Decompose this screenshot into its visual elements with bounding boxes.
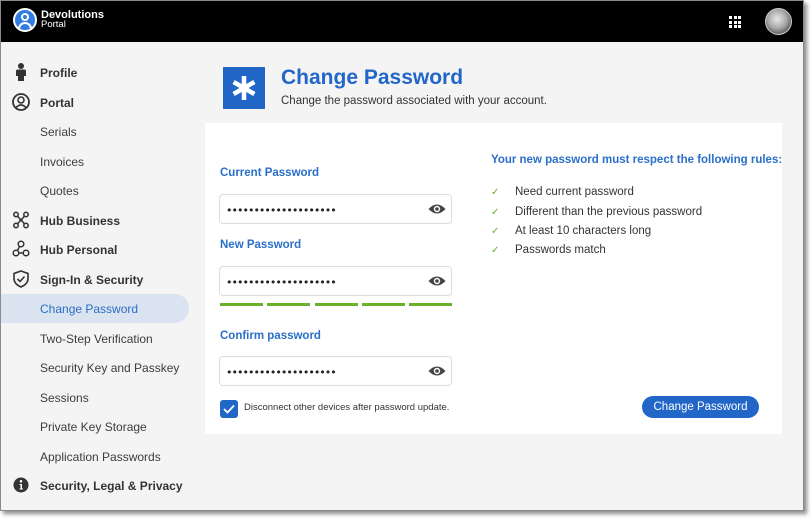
strength-segment (314, 303, 358, 306)
current-password-field[interactable] (219, 194, 452, 224)
current-password-input[interactable] (226, 201, 416, 219)
logo-icon (13, 8, 37, 32)
rule-item: ✓ Need current password (491, 186, 634, 198)
eye-icon[interactable] (428, 202, 446, 216)
sidebar-item-hub-business[interactable]: Hub Business (1, 206, 189, 235)
user-circle-icon (12, 93, 30, 111)
strength-segment (409, 303, 452, 306)
check-icon: ✓ (491, 245, 500, 256)
app-window: Devolutions Portal Profile Portal Serial… (0, 0, 804, 511)
checkmark-icon (223, 404, 235, 414)
person-icon (12, 63, 30, 81)
sidebar-item-hub-personal[interactable]: Hub Personal (1, 235, 189, 264)
sidebar-item-two-step-verification[interactable]: Two-Step Verification (1, 324, 189, 353)
change-password-button[interactable]: Change Password (642, 396, 759, 418)
hub-personal-icon (12, 240, 30, 258)
strength-segment (361, 303, 405, 306)
page-subtitle: Change the password associated with your… (281, 95, 547, 107)
sidebar-item-application-passwords[interactable]: Application Passwords (1, 442, 189, 471)
current-password-label: Current Password (220, 167, 320, 179)
sidebar-item-security-key-passkey[interactable]: Security Key and Passkey (1, 353, 189, 382)
info-icon (12, 476, 30, 494)
rule-item: ✓ At least 10 characters long (491, 225, 652, 237)
rule-item: ✓ Different than the previous password (491, 206, 703, 218)
password-strength-meter (220, 303, 452, 306)
hub-business-icon (12, 211, 30, 229)
top-bar: Devolutions Portal (1, 1, 803, 42)
check-icon: ✓ (491, 187, 500, 198)
sidebar-item-sessions[interactable]: Sessions (1, 383, 189, 412)
sidebar-item-security-legal-privacy[interactable]: Security, Legal & Privacy (1, 471, 189, 500)
sidebar-item-serials[interactable]: Serials (1, 117, 189, 146)
strength-segment (220, 303, 263, 306)
check-icon: ✓ (491, 207, 500, 218)
disconnect-devices-checkbox[interactable] (220, 400, 238, 418)
sidebar-item-profile[interactable]: Profile (1, 58, 189, 87)
sidebar: Profile Portal Serials Invoices Quotes H… (1, 42, 191, 510)
rules-title: Your new password must respect the follo… (491, 154, 783, 166)
shield-check-icon (12, 270, 30, 288)
sidebar-item-change-password[interactable]: Change Password (1, 294, 189, 323)
strength-segment (267, 303, 311, 306)
check-icon: ✓ (491, 226, 500, 237)
sidebar-item-quotes[interactable]: Quotes (1, 176, 189, 205)
asterisk-icon (223, 67, 265, 109)
new-password-input[interactable] (226, 273, 416, 291)
sidebar-item-portal[interactable]: Portal (1, 88, 189, 117)
sidebar-item-sign-in-security[interactable]: Sign-In & Security (1, 265, 189, 294)
devolutions-logo[interactable]: Devolutions Portal (13, 8, 104, 32)
eye-icon[interactable] (428, 364, 446, 378)
rule-item: ✓ Passwords match (491, 244, 606, 256)
grid-icon[interactable] (729, 16, 741, 28)
sidebar-item-private-key-storage[interactable]: Private Key Storage (1, 412, 189, 441)
confirm-password-field[interactable] (219, 356, 452, 386)
logo-text-line2: Portal (41, 19, 66, 30)
new-password-field[interactable] (219, 266, 452, 296)
confirm-password-label: Confirm password (220, 330, 321, 342)
confirm-password-input[interactable] (226, 363, 416, 381)
sidebar-item-invoices[interactable]: Invoices (1, 147, 189, 176)
change-password-card: Current Password New Password Confirm pa… (205, 123, 782, 434)
disconnect-devices-label: Disconnect other devices after password … (244, 402, 450, 413)
avatar[interactable] (765, 8, 792, 35)
page-title: Change Password (281, 66, 464, 89)
new-password-label: New Password (220, 239, 302, 251)
eye-icon[interactable] (428, 274, 446, 288)
